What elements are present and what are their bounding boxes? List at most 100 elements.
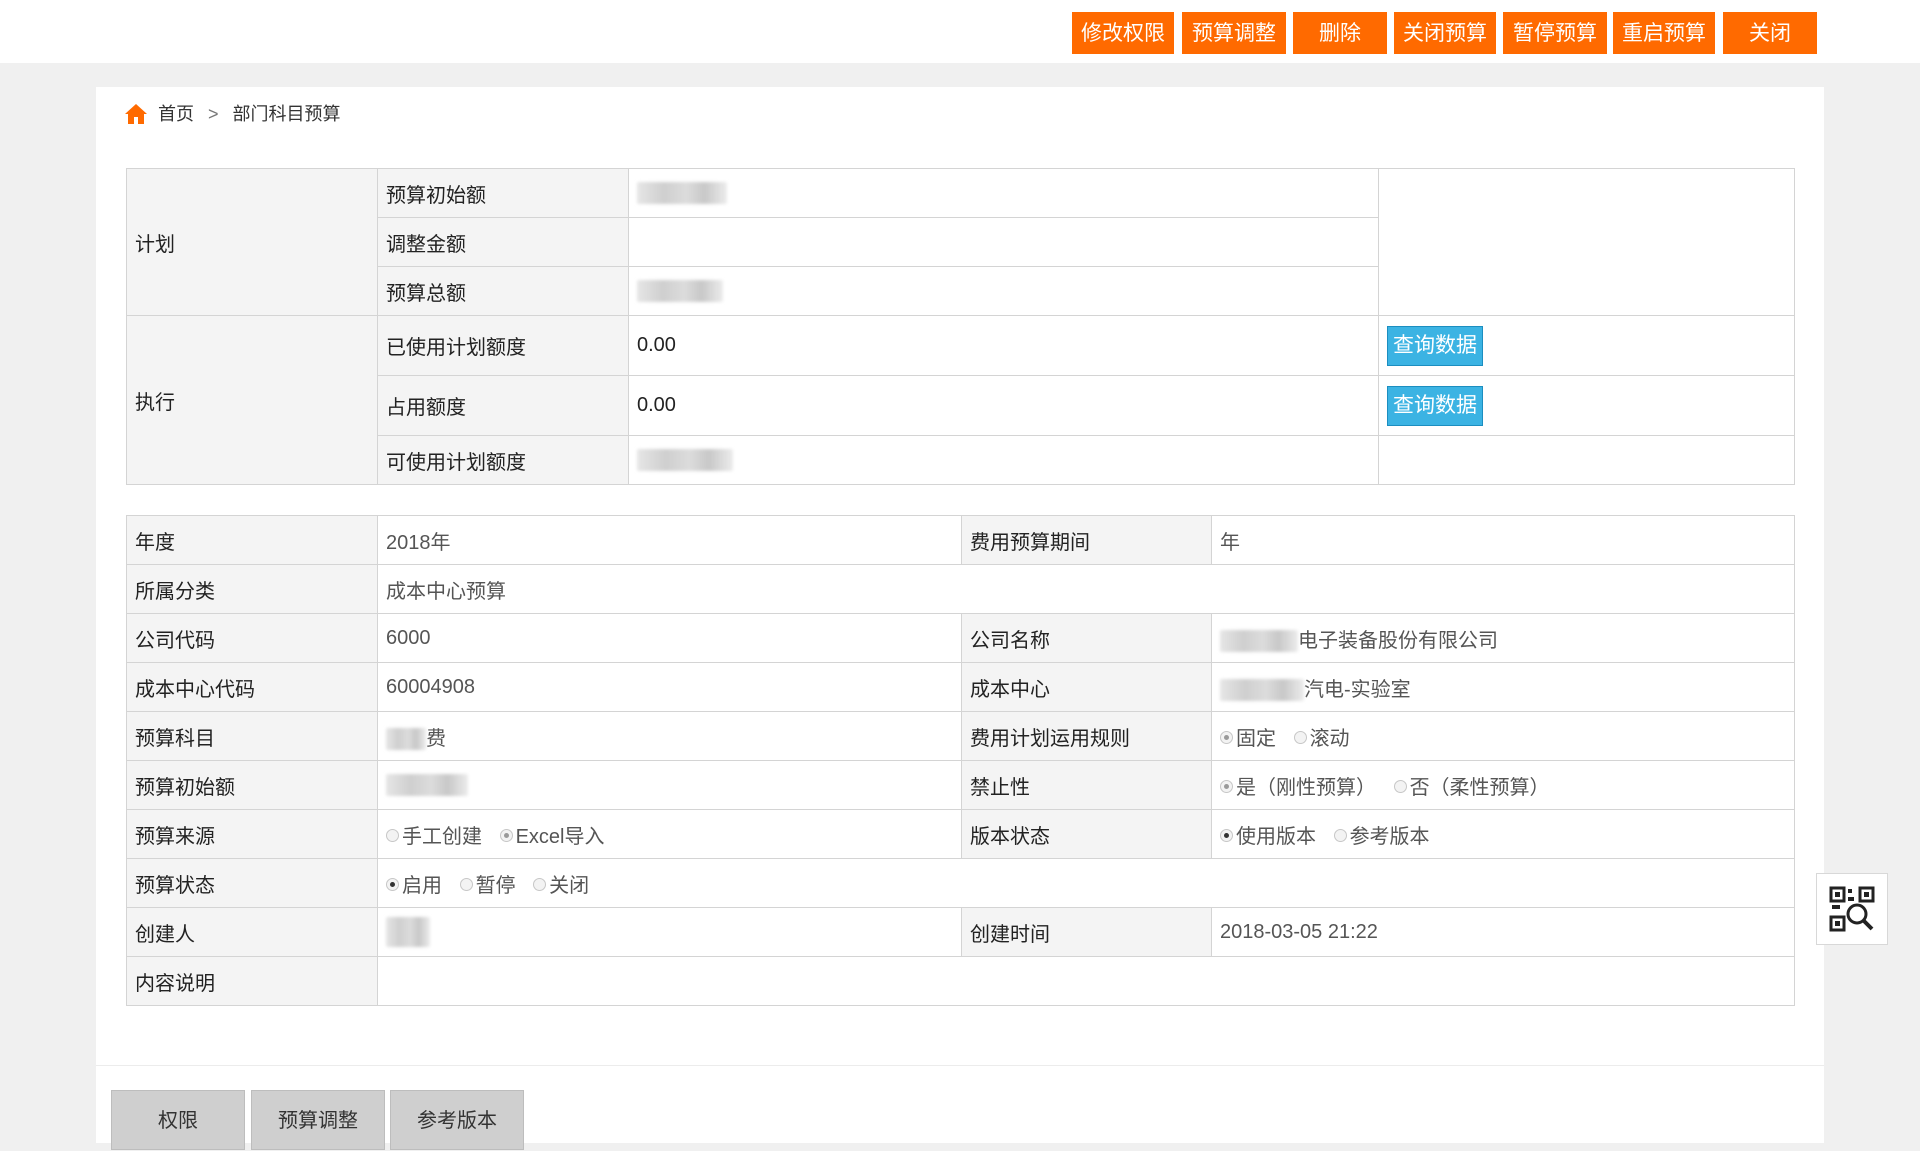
initial-amount-label: 预算初始额 [377, 168, 629, 218]
delete-button[interactable]: 删除 [1293, 12, 1387, 54]
breadcrumb: 首页 > 部门科目预算 [124, 99, 341, 129]
version-active-radio[interactable] [1220, 828, 1233, 842]
company-name-label: 公司名称 [961, 613, 1212, 663]
version-active-label: 使用版本 [1236, 825, 1316, 848]
initial-label: 预算初始额 [126, 760, 378, 810]
company-name-cell: 电子装备股份有限公司 [1211, 613, 1795, 663]
version-reference-label: 参考版本 [1349, 825, 1430, 848]
divider [96, 1065, 1824, 1066]
breadcrumb-home-link[interactable]: 首页 [158, 99, 194, 129]
prohibit-radio-group: 是（刚性预算） 否（柔性预算） [1211, 760, 1795, 810]
created-time-label: 创建时间 [961, 907, 1212, 957]
occupied-quota-action-cell: 查询数据 [1378, 375, 1795, 436]
breadcrumb-current: 部门科目预算 [232, 104, 341, 124]
total-amount-label: 预算总额 [377, 266, 629, 316]
pause-budget-button[interactable]: 暂停预算 [1503, 12, 1607, 54]
status-closed-radio[interactable] [533, 877, 547, 891]
subject-cell: 费 [377, 711, 962, 761]
main-panel: 首页 > 部门科目预算 计划 预算初始额 调整金额 预算总额 执行 已使用计划额… [96, 87, 1824, 1150]
status-radio-group: 启用 暂停 关闭 [377, 858, 1795, 908]
source-excel-radio[interactable] [499, 828, 513, 842]
created-time-value: 2018-03-05 21:22 [1211, 907, 1795, 957]
status-paused-label: 暂停 [475, 874, 516, 897]
available-quota-side-cell [1378, 435, 1795, 485]
cost-center-cell: 汽电-实验室 [1211, 662, 1795, 712]
cost-center-code-label: 成本中心代码 [126, 662, 378, 712]
used-quota-value: 0.00 [628, 315, 1379, 376]
budget-adjust-button[interactable]: 预算调整 [1182, 12, 1286, 54]
cost-center-label: 成本中心 [961, 662, 1212, 712]
tab-permission[interactable]: 权限 [111, 1090, 245, 1150]
prohibit-label: 禁止性 [961, 760, 1212, 810]
source-radio-group: 手工创建 Excel导入 [377, 809, 962, 859]
source-label: 预算来源 [126, 809, 378, 859]
rule-fixed-label: 固定 [1236, 727, 1276, 750]
adjust-amount-label: 调整金额 [377, 217, 629, 267]
rule-rolling-label: 滚动 [1309, 727, 1350, 750]
source-manual-radio[interactable] [386, 828, 399, 842]
period-label: 费用预算期间 [961, 515, 1212, 565]
prohibit-rigid-radio[interactable] [1220, 779, 1233, 793]
source-manual-label: 手工创建 [402, 825, 482, 848]
occupied-quota-value: 0.00 [628, 375, 1379, 436]
subject-label: 预算科目 [126, 711, 378, 761]
subject-value: 费 [426, 727, 446, 750]
cost-center-code-value: 60004908 [377, 662, 962, 712]
available-quota-value [628, 435, 1379, 485]
total-amount-value [628, 266, 1379, 316]
rule-label: 费用计划运用规则 [961, 711, 1212, 761]
query-occupied-quota-button[interactable]: 查询数据 [1387, 385, 1483, 426]
company-code-value: 6000 [377, 613, 962, 663]
cost-center-value: 汽电-实验室 [1304, 678, 1411, 701]
company-name-value: 电子装备股份有限公司 [1298, 629, 1498, 652]
plan-label: 计划 [126, 168, 378, 316]
query-used-quota-button[interactable]: 查询数据 [1387, 325, 1483, 366]
year-value: 2018年 [377, 515, 962, 565]
creator-value [377, 907, 962, 957]
tab-reference-version[interactable]: 参考版本 [390, 1090, 524, 1150]
description-label: 内容说明 [126, 956, 378, 1006]
top-bar: 修改权限 预算调整 删除 关闭预算 暂停预算 重启预算 关闭 [0, 0, 1920, 63]
qr-scan-icon [1829, 886, 1875, 932]
company-code-label: 公司代码 [126, 613, 378, 663]
rule-rolling-radio[interactable] [1293, 730, 1307, 744]
creator-label: 创建人 [126, 907, 378, 957]
tab-budget-adjust[interactable]: 预算调整 [251, 1090, 385, 1150]
breadcrumb-separator: > [208, 104, 219, 124]
description-value [377, 956, 1795, 1006]
status-paused-radio[interactable] [459, 877, 473, 891]
initial-value [377, 760, 962, 810]
used-quota-label: 已使用计划额度 [377, 315, 629, 376]
home-icon[interactable] [124, 102, 148, 126]
initial-amount-value [628, 168, 1379, 218]
close-button[interactable]: 关闭 [1723, 12, 1817, 54]
source-excel-label: Excel导入 [515, 825, 605, 848]
close-budget-button[interactable]: 关闭预算 [1394, 12, 1496, 54]
year-label: 年度 [126, 515, 378, 565]
budget-info-table: 年度 2018年 费用预算期间 年 所属分类 成本中心预算 公司代码 6000 … [126, 515, 1795, 1006]
category-label: 所属分类 [126, 564, 378, 614]
execution-label: 执行 [126, 315, 378, 485]
modify-permission-button[interactable]: 修改权限 [1072, 12, 1174, 54]
period-value: 年 [1211, 515, 1795, 565]
category-value: 成本中心预算 [377, 564, 1795, 614]
status-enabled-label: 启用 [402, 874, 442, 897]
plan-side-cell [1378, 168, 1795, 316]
plan-execution-table: 计划 预算初始额 调整金额 预算总额 执行 已使用计划额度 0.00 查询数据 … [126, 168, 1795, 485]
restart-budget-button[interactable]: 重启预算 [1613, 12, 1715, 54]
version-radio-group: 使用版本 参考版本 [1211, 809, 1795, 859]
adjust-amount-value [628, 217, 1379, 267]
rule-radio-group: 固定 滚动 [1211, 711, 1795, 761]
available-quota-label: 可使用计划额度 [377, 435, 629, 485]
status-label: 预算状态 [126, 858, 378, 908]
status-enabled-radio[interactable] [386, 877, 399, 891]
version-label: 版本状态 [961, 809, 1212, 859]
status-closed-label: 关闭 [549, 874, 590, 897]
prohibit-rigid-label: 是（刚性预算） [1236, 776, 1376, 799]
prohibit-flexible-label: 否（柔性预算） [1409, 776, 1550, 799]
version-reference-radio[interactable] [1333, 828, 1347, 842]
rule-fixed-radio[interactable] [1220, 730, 1233, 744]
prohibit-flexible-radio[interactable] [1393, 779, 1407, 793]
qr-scan-button[interactable] [1816, 873, 1888, 945]
occupied-quota-label: 占用额度 [377, 375, 629, 436]
